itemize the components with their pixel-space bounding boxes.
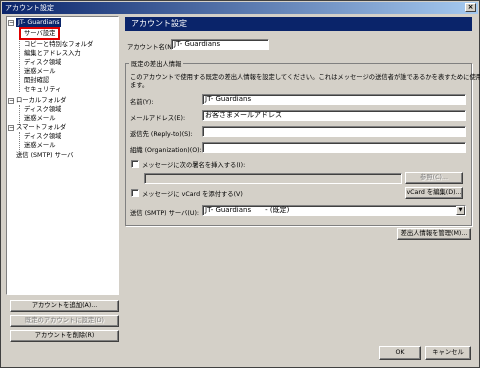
tree-item-server-settings[interactable]: サーバ設定 bbox=[18, 27, 61, 40]
tree-smtp-server[interactable]: 送信 (SMTP) サーバ bbox=[16, 151, 73, 160]
account-name-label: アカウント名(N): bbox=[127, 44, 177, 51]
group-description-cont: ます。 bbox=[130, 82, 149, 89]
tree-smart-folders[interactable]: スマートフォルダ bbox=[16, 123, 66, 132]
vcard-checkbox-label: メッセージに vCard を添付する(V) bbox=[142, 191, 243, 198]
account-name-input[interactable]: JT- Guardians bbox=[171, 39, 269, 50]
close-icon[interactable]: × bbox=[465, 3, 476, 12]
tree-local-disk-space[interactable]: ディスク領域 bbox=[24, 105, 61, 114]
chevron-down-icon[interactable]: ▼ bbox=[456, 206, 465, 215]
organization-input[interactable] bbox=[202, 142, 466, 153]
tree-item-disk-space[interactable]: ディスク領域 bbox=[24, 58, 61, 67]
edit-vcard-button[interactable]: vCard を編集(D)... bbox=[405, 187, 463, 199]
title-bar: アカウント設定 × bbox=[2, 2, 478, 14]
signature-path-input[interactable] bbox=[144, 173, 402, 184]
smtp-server-value: JT- Guardians - (既定) bbox=[205, 206, 290, 214]
smtp-server-select[interactable]: JT- Guardians - (既定) ▼ bbox=[202, 205, 466, 216]
tree-smart-disk-space[interactable]: ディスク領域 bbox=[24, 132, 61, 141]
name-label: 名前(Y): bbox=[130, 99, 154, 106]
signature-checkbox[interactable] bbox=[131, 160, 139, 168]
tree-local-folders[interactable]: ローカルフォルダ bbox=[16, 96, 66, 105]
tree-local-junk[interactable]: 迷惑メール bbox=[24, 114, 55, 123]
tree-account-jt-guardians[interactable]: JT- Guardians bbox=[16, 18, 62, 27]
page-title: アカウント設定 bbox=[125, 17, 472, 31]
tree-item-security[interactable]: セキュリティ bbox=[24, 85, 61, 94]
account-settings-window: アカウント設定 × − JT- Guardians サーバ設定 コピーと特別なフ… bbox=[0, 0, 480, 368]
email-input[interactable]: お客さまメールアドレス bbox=[202, 110, 466, 121]
collapse-icon[interactable]: − bbox=[8, 20, 14, 26]
tree-item-copies-folders[interactable]: コピーと特別なフォルダ bbox=[24, 40, 93, 49]
group-title: 既定の差出人情報 bbox=[129, 59, 184, 68]
account-tree[interactable]: − JT- Guardians サーバ設定 コピーと特別なフォルダ 編集とアドレ… bbox=[6, 16, 119, 295]
tree-guide-line bbox=[19, 105, 20, 125]
manage-identities-button[interactable]: 差出人情報を管理(M)... bbox=[397, 228, 471, 240]
reply-to-input[interactable] bbox=[202, 126, 466, 137]
tree-item-receipts[interactable]: 開封確認 bbox=[24, 76, 49, 85]
tree-item-composition[interactable]: 編集とアドレス入力 bbox=[24, 49, 81, 58]
collapse-icon[interactable]: − bbox=[8, 125, 14, 131]
name-input[interactable]: JT- Guardians bbox=[202, 94, 466, 105]
add-account-button[interactable]: アカウントを追加(A)... bbox=[10, 300, 119, 312]
cancel-button[interactable]: キャンセル bbox=[425, 346, 471, 360]
smtp-server-label: 送信 (SMTP) サーバ(U): bbox=[130, 210, 200, 217]
tree-guide-line bbox=[19, 132, 20, 152]
ok-button[interactable]: OK bbox=[379, 346, 421, 360]
browse-button[interactable]: 参照(C)... bbox=[405, 172, 463, 184]
signature-checkbox-label: メッセージに次の署名を挿入する(I): bbox=[142, 162, 246, 169]
set-default-account-button[interactable]: 既定のアカウントに設定(D) bbox=[10, 315, 119, 327]
tree-item-junk[interactable]: 迷惑メール bbox=[24, 67, 55, 76]
vcard-checkbox[interactable] bbox=[131, 189, 139, 197]
tree-smart-junk[interactable]: 迷惑メール bbox=[24, 141, 55, 150]
organization-label: 組織 (Organization)(O): bbox=[130, 147, 202, 154]
email-label: メールアドレス(E): bbox=[130, 115, 186, 122]
collapse-icon[interactable]: − bbox=[8, 98, 14, 104]
reply-to-label: 返信先 (Reply-to)(S): bbox=[130, 131, 193, 138]
remove-account-button[interactable]: アカウントを削除(R) bbox=[10, 330, 119, 342]
group-description: このアカウントで使用する既定の差出人情報を設定してください。これはメッセージの送… bbox=[130, 74, 480, 81]
window-title: アカウント設定 bbox=[5, 4, 54, 12]
tree-guide-line bbox=[19, 28, 20, 92]
